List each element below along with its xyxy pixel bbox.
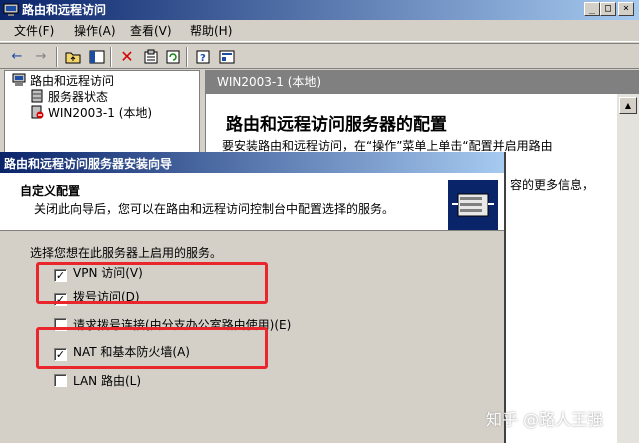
up-folder-icon[interactable] [64,48,82,66]
menu-bar: 文件(F) 操作(A) 查看(V) 帮助(H) [0,20,639,42]
server-stopped-icon [31,105,44,119]
forward-arrow-icon[interactable]: → [32,48,50,66]
minimize-button[interactable]: _ [584,2,600,16]
window-title: 路由和远程访问 [22,3,107,17]
refresh-icon[interactable] [164,48,182,66]
vertical-scrollbar[interactable] [617,94,639,443]
scroll-up-button[interactable]: ▲ [619,97,637,114]
svg-text:?: ? [200,53,206,64]
details-text: 容的更多信息， [510,178,595,192]
tree-item-label: 服务器状态 [48,90,109,104]
details-pane-header: WIN2003-1 (本地) [205,70,639,94]
details-title: 路由和远程访问服务器的配置 [226,115,447,135]
back-arrow-icon[interactable]: ← [8,48,26,66]
show-hide-tree-icon[interactable] [88,48,106,66]
console-icon[interactable] [218,48,236,66]
properties-icon[interactable] [142,48,160,66]
wizard-title: 路由和远程访问服务器安装向导 [4,157,173,171]
delete-icon[interactable]: ✕ [118,48,136,66]
menu-file[interactable]: 文件(F) [14,23,54,39]
watermark: 知乎 @路人王强 [486,410,604,429]
wizard-heading: 自定义配置 [20,184,81,198]
toolbar: ← → ✕ ? [0,43,639,69]
toolbar-separator [186,47,188,67]
network-server-icon [448,180,498,230]
tree-root[interactable]: 路由和远程访问 [11,73,114,90]
help-icon[interactable]: ? [194,48,212,66]
menu-help[interactable]: 帮助(H) [190,23,232,39]
option-label: LAN 路由(L) [73,374,142,388]
toolbar-separator [110,47,112,67]
close-button[interactable]: × [618,2,634,16]
wizard-subtitle: 关闭此向导后，您可以在路由和远程访问控制台中配置选择的服务。 [34,202,395,216]
routing-app-icon [3,3,19,16]
computer-icon [12,73,26,86]
tree-item-server-status[interactable]: 服务器状态 [29,89,108,106]
toolbar-separator [56,47,58,67]
window-titlebar[interactable]: 路由和远程访问 _ □ × [0,0,639,20]
option-lan-routing[interactable]: LAN 路由(L) [54,373,141,389]
tree-root-label: 路由和远程访问 [30,74,115,88]
menu-view[interactable]: 查看(V) [130,23,172,39]
lan-routing-checkbox[interactable] [54,374,67,387]
tree-item-label: WIN2003-1 (本地) [48,106,153,120]
maximize-button[interactable]: □ [600,2,616,16]
menu-action[interactable]: 操作(A) [74,23,116,39]
wizard-prompt: 选择您想在此服务器上启用的服务。 [30,246,223,260]
tree-item-local-server[interactable]: WIN2003-1 (本地) [29,105,152,122]
highlight-box [36,262,268,304]
server-stack-icon [31,89,43,103]
highlight-box [36,327,268,369]
